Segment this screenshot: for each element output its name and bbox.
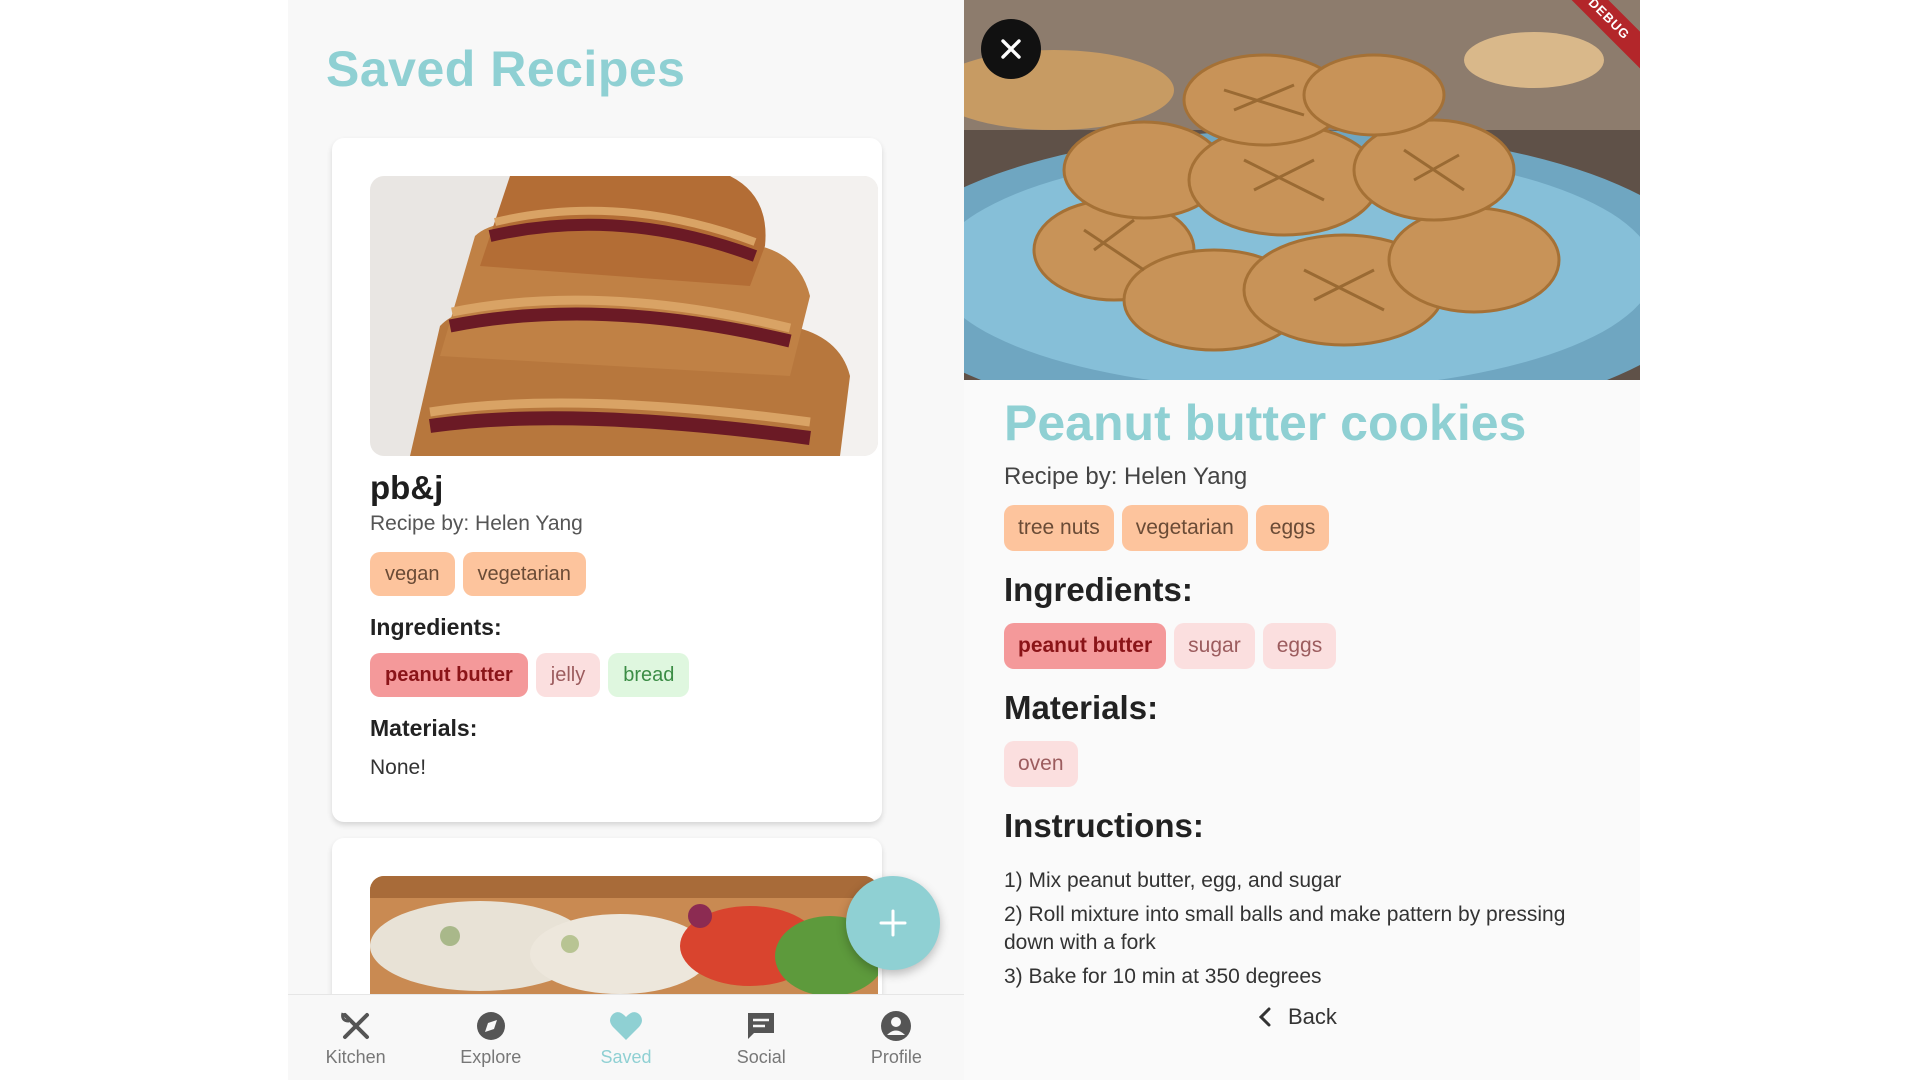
- back-label: Back: [1288, 1004, 1337, 1029]
- ingredient-chips: peanut butter sugar eggs: [1004, 623, 1610, 669]
- materials-heading: Materials:: [1004, 689, 1159, 726]
- compass-icon: [476, 1011, 505, 1040]
- utensils-icon: [340, 1012, 369, 1039]
- diet-tag: vegetarian: [462, 551, 586, 596]
- back-button[interactable]: Back: [1258, 1004, 1337, 1030]
- recipe-photo: [370, 876, 878, 996]
- recipe-author: Recipe by: Helen Yang: [370, 511, 583, 535]
- recipe-title: Peanut butter cookies: [1004, 395, 1527, 451]
- chevron-left-icon: [1258, 1007, 1271, 1027]
- diet-tag: eggs: [1255, 505, 1330, 551]
- nav-label: Social: [736, 1046, 786, 1067]
- recipe-card[interactable]: pb&j Recipe by: Helen Yang vegan vegetar…: [332, 138, 882, 822]
- recipe-author: Recipe by: Helen Yang: [1004, 463, 1248, 490]
- bottom-navigation: Kitchen Explore Saved Social Profile: [288, 994, 964, 1080]
- recipe-card[interactable]: [332, 838, 882, 1008]
- recipe-hero-photo: DEBUG: [964, 0, 1640, 380]
- close-icon: [1001, 39, 1021, 59]
- nav-kitchen[interactable]: Kitchen: [288, 995, 423, 1080]
- recipe-name: pb&j: [370, 469, 444, 506]
- material-chip: oven: [1004, 741, 1078, 787]
- nav-label: Explore: [460, 1046, 522, 1067]
- nav-social[interactable]: Social: [694, 995, 829, 1080]
- ingredient-chips: peanut butter jelly bread: [370, 652, 852, 697]
- ingredient-chip: eggs: [1262, 623, 1337, 669]
- instruction-step: 1) Mix peanut butter, egg, and sugar: [1004, 869, 1342, 892]
- diet-tag: vegetarian: [1121, 505, 1248, 551]
- add-recipe-button[interactable]: [846, 876, 940, 970]
- diet-tag: tree nuts: [1004, 505, 1114, 551]
- material-chips: oven: [1004, 741, 1610, 787]
- instructions-list: 1) Mix peanut butter, egg, and sugar 2) …: [1004, 867, 1610, 991]
- nav-label: Profile: [870, 1046, 922, 1067]
- nav-label: Saved: [600, 1046, 652, 1067]
- materials-value: None!: [370, 755, 427, 779]
- recipe-detail-screen: DEBUG Peanut butter cookies Recipe by: H…: [964, 0, 1640, 1080]
- nav-saved[interactable]: Saved: [558, 995, 693, 1080]
- ingredient-chip: peanut butter: [370, 652, 528, 697]
- ingredient-chip: sugar: [1174, 623, 1255, 669]
- recipe-photo: [370, 176, 878, 456]
- close-button[interactable]: [981, 19, 1041, 79]
- heart-icon: [610, 1011, 642, 1040]
- saved-recipes-screen: Saved Recipes pb&j Recipe by: Helen Yang…: [288, 0, 964, 1080]
- ingredient-chip: bread: [608, 652, 690, 697]
- ingredient-chip: peanut butter: [1004, 623, 1167, 669]
- ingredients-heading: Ingredients:: [1004, 571, 1193, 608]
- recipe-detail: Peanut butter cookies Recipe by: Helen Y…: [1004, 396, 1610, 997]
- page-title: Saved Recipes: [326, 41, 686, 97]
- instruction-step: 3) Bake for 10 min at 350 degrees: [1004, 965, 1322, 988]
- ingredients-heading: Ingredients:: [370, 613, 502, 640]
- nav-label: Kitchen: [325, 1046, 386, 1067]
- recipe-card-body: pb&j Recipe by: Helen Yang vegan vegetar…: [370, 468, 852, 780]
- instructions-heading: Instructions:: [1004, 807, 1204, 844]
- ingredient-chip: jelly: [535, 652, 601, 697]
- nav-explore[interactable]: Explore: [423, 995, 558, 1080]
- plus-icon: [879, 909, 907, 937]
- diet-tag: vegan: [370, 551, 455, 596]
- diet-tags: tree nuts vegetarian eggs: [1004, 505, 1610, 551]
- diet-tags: vegan vegetarian: [370, 551, 852, 596]
- instruction-step: 2) Roll mixture into small balls and mak…: [1004, 903, 1566, 954]
- chat-icon: [748, 1012, 775, 1039]
- materials-heading: Materials:: [370, 714, 478, 741]
- profile-icon: [881, 1010, 912, 1041]
- nav-profile[interactable]: Profile: [829, 995, 964, 1080]
